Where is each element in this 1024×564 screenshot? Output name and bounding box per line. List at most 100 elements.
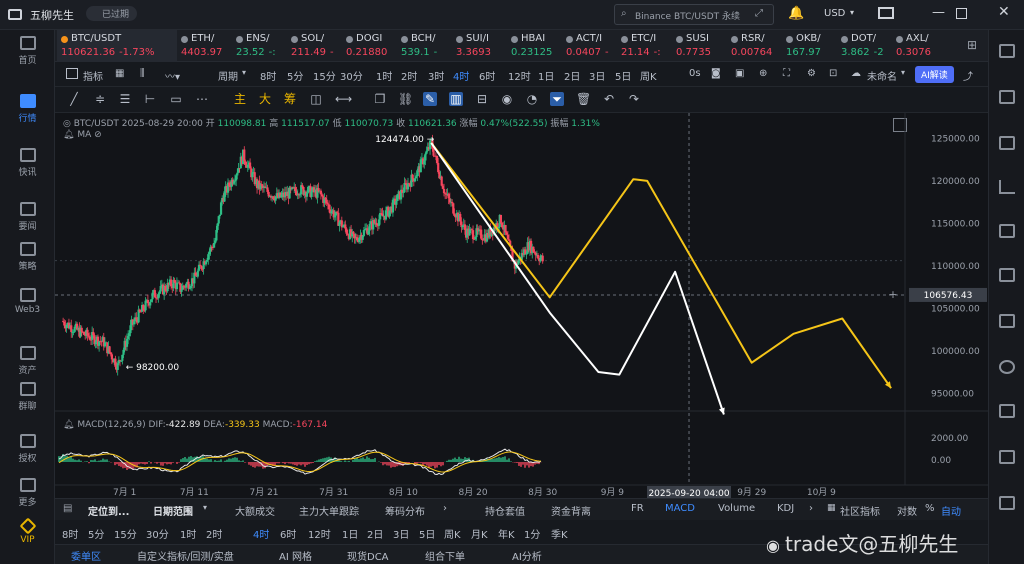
indicator-tab-8[interactable]: KDJ [777, 503, 794, 514]
interval-10[interactable]: 1日 [538, 68, 554, 83]
compare-icon[interactable]: ⊕ [759, 68, 767, 79]
bottom-interval-15[interactable]: 年K [498, 526, 515, 541]
stack-icon[interactable] [999, 450, 1015, 464]
interval-8[interactable]: 6时 [479, 68, 495, 83]
indicator-tab-2[interactable]: 筹码分布 [385, 503, 425, 518]
compass-icon[interactable] [999, 360, 1015, 374]
cloud-icon[interactable]: ☁ [851, 68, 861, 79]
ticker-4[interactable]: DOGI 0.21880 [342, 30, 396, 62]
ticker-13[interactable]: DOT/3.862 -2 [837, 30, 891, 62]
nav-item-2[interactable]: 快讯 [0, 148, 55, 178]
bottom-interval-0[interactable]: 8时 [62, 526, 78, 541]
eye-icon[interactable]: ◉ [500, 92, 514, 106]
bottom-interval-17[interactable]: 季K [551, 526, 568, 541]
share-icon[interactable]: ⤴ [963, 68, 973, 83]
apps-icon[interactable] [999, 44, 1015, 58]
bottom-interval-10[interactable]: 2日 [367, 526, 383, 541]
rect-tool-icon[interactable]: ▭ [169, 92, 183, 106]
nav-item-3[interactable]: 要闻 [0, 202, 55, 232]
layout-icon[interactable]: ▣ [735, 68, 744, 79]
bell-icon[interactable]: 🔔 [788, 6, 804, 21]
nav-item-1[interactable]: 行情 [0, 94, 55, 124]
lock-icon[interactable]: ⊟ [475, 92, 489, 106]
orders-icon[interactable] [999, 90, 1015, 104]
interval-0[interactable]: 8时 [260, 68, 276, 83]
panel-tab-1[interactable]: 自定义指标/回测/实盘 [137, 548, 234, 563]
calendar-icon[interactable]: ▦ [115, 68, 124, 79]
grid-icon[interactable]: ▤ [63, 503, 72, 514]
bottom-interval-9[interactable]: 1日 [342, 526, 358, 541]
percent-toggle[interactable]: % [925, 503, 935, 514]
bottom-interval-13[interactable]: 周K [444, 526, 461, 541]
hline-tool-icon[interactable]: ≑ [93, 92, 107, 106]
search-input[interactable]: Binance BTC/USDT 永续 [635, 9, 740, 22]
undo-icon[interactable]: ↶ [602, 92, 616, 106]
tabs-next-icon-2[interactable]: › [443, 503, 447, 514]
nav-item-8[interactable]: 授权 [0, 434, 55, 464]
price-chart[interactable]: 125000.00 120000.00 115000.00 110000.00 1050… [55, 113, 988, 498]
indicators-button[interactable]: 指标 [83, 68, 103, 83]
nav-item-5[interactable]: Web3 [0, 288, 55, 315]
panel-tab-3[interactable]: 现货DCA [347, 548, 389, 563]
ticker-6[interactable]: SUI/I 3.3693 [452, 30, 506, 62]
trend-icon[interactable] [999, 180, 1015, 194]
interval-1[interactable]: 5分 [287, 68, 303, 83]
ticker-add-icon[interactable]: ⊞ [967, 38, 977, 52]
pen-tool-icon[interactable]: ✎ [423, 92, 437, 106]
tabs-next-icon[interactable]: › [809, 503, 813, 514]
mail-icon[interactable] [878, 7, 894, 19]
log-scale-toggle[interactable]: 对数 [897, 503, 917, 518]
auto-toggle[interactable]: 自动 [941, 503, 961, 518]
ticker-1[interactable]: ETH/4403.97 [177, 30, 231, 62]
bottom-interval-5[interactable]: 2时 [206, 526, 222, 541]
interval-9[interactable]: 12时 [508, 68, 531, 83]
interval-11[interactable]: 2日 [564, 68, 580, 83]
ray-tool-icon[interactable]: ⊢ [143, 92, 157, 106]
big-tool[interactable]: 大 [258, 92, 272, 106]
trash-icon[interactable]: 🗑 [576, 92, 591, 106]
interval-13[interactable]: 5日 [615, 68, 631, 83]
minimize-icon[interactable]: — [932, 5, 945, 20]
close-icon[interactable]: ✕ [998, 4, 1010, 20]
indicator-tab-6[interactable]: MACD [665, 503, 695, 514]
ai-read-button[interactable]: AI解读 [915, 66, 954, 83]
bottom-interval-12[interactable]: 5日 [419, 526, 435, 541]
date-range-button[interactable]: 日期范围 [153, 503, 193, 518]
bottom-interval-3[interactable]: 30分 [146, 526, 169, 541]
link-icon[interactable]: ⛓ [398, 92, 413, 106]
line-type-icon[interactable]: 〰▾ [165, 68, 180, 83]
panel-tab-4[interactable]: 组合下单 [425, 548, 465, 563]
interval-12[interactable]: 3日 [589, 68, 605, 83]
bottom-interval-11[interactable]: 3日 [393, 526, 409, 541]
interval-14[interactable]: 周K [640, 68, 657, 83]
nav-item-9[interactable]: 更多 [0, 478, 55, 508]
expand-icon[interactable]: ⤢ [755, 8, 763, 19]
list-icon[interactable] [999, 268, 1015, 282]
candle-type-icon[interactable]: ⫼ [140, 68, 145, 79]
stats-icon[interactable]: ◔ [525, 92, 539, 106]
panel-tab-5[interactable]: AI分析 [512, 548, 542, 563]
bars-tool-icon[interactable]: ▥ [449, 92, 463, 106]
magnet-icon[interactable]: ◫ [309, 92, 323, 106]
fullscreen-icon[interactable]: ⛶ [783, 68, 790, 79]
chip-tool[interactable]: 筹 [283, 92, 297, 106]
bottom-interval-2[interactable]: 15分 [114, 526, 137, 541]
bottom-interval-16[interactable]: 1分 [524, 526, 540, 541]
macd-bell-icon[interactable]: 🔔︎ [63, 420, 74, 430]
community-indicators[interactable]: 社区指标 [840, 503, 880, 518]
interval-7[interactable]: 4时 [453, 68, 469, 83]
interval-4[interactable]: 1时 [376, 68, 392, 83]
ticker-12[interactable]: OKB/167.97 [782, 30, 836, 62]
nav-item-6[interactable]: 资产 [0, 346, 55, 376]
nav-item-0[interactable]: 首页 [0, 36, 55, 66]
chart-area[interactable]: ◎ BTC/USDT 2025-08-29 20:00 开 110098.81 … [55, 113, 988, 498]
indicator-tab-4[interactable]: 资金背离 [551, 503, 591, 518]
bottom-interval-8[interactable]: 12时 [308, 526, 331, 541]
bottom-interval-1[interactable]: 5分 [88, 526, 104, 541]
redo-icon[interactable]: ↷ [627, 92, 641, 106]
calendar-panel-icon[interactable] [999, 404, 1015, 418]
bottom-interval-14[interactable]: 月K [471, 526, 488, 541]
ticker-9[interactable]: ETC/I 21.14 -: [617, 30, 671, 62]
trendline-tool-icon[interactable]: ╱ [67, 92, 81, 106]
ticker-7[interactable]: HBAI 0.23125 [507, 30, 561, 62]
